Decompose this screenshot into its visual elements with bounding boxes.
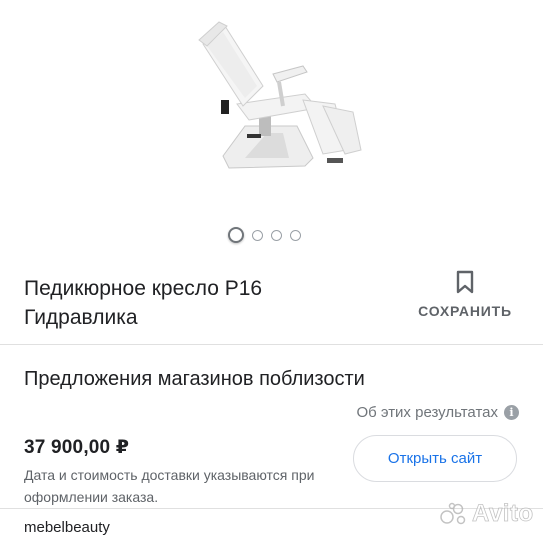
open-site-button[interactable]: Открыть сайт	[353, 435, 517, 482]
about-results-label: Об этих результатах	[356, 404, 498, 421]
save-button[interactable]: СОХРАНИТЬ	[413, 270, 517, 319]
carousel-dot-2[interactable]	[252, 229, 263, 241]
delivery-note: Дата и стоимость доставки указываются пр…	[24, 467, 315, 505]
avito-wordmark: Avito	[472, 500, 534, 528]
bookmark-icon	[456, 270, 474, 294]
product-title-line-2: Гидравлика	[24, 306, 138, 329]
divider	[0, 344, 543, 345]
nearby-offers-heading: Предложения магазинов поблизости	[24, 368, 365, 390]
carousel-dot-4[interactable]	[290, 229, 301, 241]
product-title-line-1: Педикюрное кресло P16	[24, 277, 263, 300]
store-name[interactable]: mebelbeauty	[24, 519, 110, 536]
carousel-dot-1[interactable]	[228, 227, 244, 243]
offer-price: 37 900,00 ₽	[24, 437, 130, 458]
avito-logo-icon	[440, 502, 466, 525]
pedicure-chair-image	[198, 21, 362, 169]
carousel-dots	[228, 227, 301, 243]
product-image-carousel[interactable]	[0, 0, 543, 250]
carousel-dot-3[interactable]	[271, 229, 282, 241]
about-results-link[interactable]: Об этих результатах i	[356, 404, 519, 421]
avito-watermark: Avito	[440, 500, 534, 528]
product-title: Педикюрное кресло P16 Гидравлика	[24, 274, 344, 332]
info-icon: i	[504, 405, 519, 420]
save-label: СОХРАНИТЬ	[418, 303, 512, 319]
